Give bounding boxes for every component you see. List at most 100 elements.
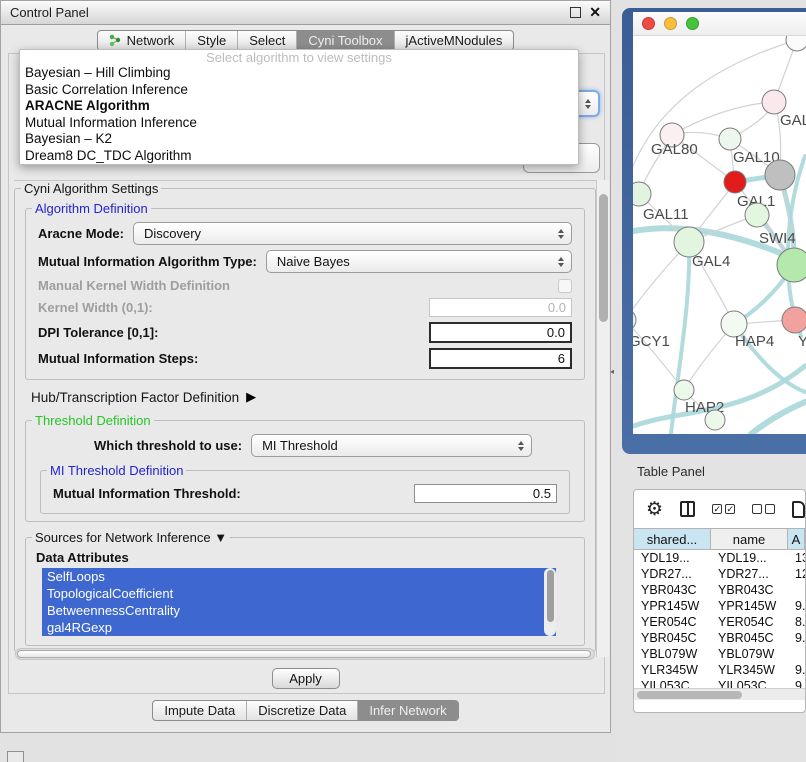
table-hscrollbar-thumb[interactable] (637, 691, 742, 699)
float-window-icon[interactable] (570, 7, 581, 18)
table-cell[interactable]: YBR045C (634, 630, 711, 646)
algorithm-option[interactable]: ARACNE Algorithm (20, 98, 578, 115)
settings-horizontal-scrollbar[interactable] (15, 648, 595, 660)
network-node[interactable] (633, 309, 636, 331)
table-cell[interactable]: YBL079W (711, 646, 788, 662)
mi-steps-field[interactable] (429, 348, 572, 369)
network-node[interactable] (765, 160, 795, 190)
table-cell[interactable]: 8. (788, 614, 805, 630)
table-cell[interactable]: 9. (788, 662, 805, 678)
network-node[interactable] (786, 36, 806, 51)
algorithm-option[interactable]: Mutual Information Inference (20, 115, 578, 132)
kernel-width-field[interactable] (429, 298, 572, 317)
export-table-icon[interactable] (792, 501, 805, 518)
column-header-partial[interactable]: A (788, 529, 805, 549)
table-row[interactable]: YDL19...YDL19...13 (634, 550, 805, 566)
tab-style[interactable]: Style (185, 31, 237, 50)
table-cell[interactable] (788, 646, 805, 662)
table-cell[interactable]: YDR27... (711, 566, 788, 582)
network-node[interactable] (762, 90, 786, 114)
dpi-tolerance-field[interactable] (429, 322, 572, 343)
tab-cyni-toolbox[interactable]: Cyni Toolbox (296, 31, 393, 50)
mi-algorithm-type-combobox[interactable]: Naive Bayes (266, 250, 572, 273)
table-cell[interactable]: YDL19... (711, 550, 788, 566)
table-cell[interactable]: YPR145W (711, 598, 788, 614)
attribute-list-item[interactable]: gal4RGexp (42, 619, 556, 636)
panel-divider-grip[interactable]: ◂ (610, 367, 617, 377)
network-node[interactable] (724, 171, 746, 193)
attribute-list-item[interactable]: BetweennessCentrality (42, 602, 556, 619)
network-node[interactable] (705, 410, 725, 430)
table-row[interactable]: YER054CYER054C8. (634, 614, 805, 630)
settings-hscrollbar-thumb[interactable] (17, 650, 591, 658)
table-cell[interactable]: YDL19... (634, 550, 711, 566)
table-cell[interactable]: YIL053C (711, 678, 788, 688)
tab-discretize-data[interactable]: Discretize Data (246, 701, 357, 720)
table-horizontal-scrollbar[interactable] (634, 688, 805, 700)
tab-network[interactable]: Network (98, 31, 186, 50)
table-row[interactable]: YDR27...YDR27...12 (634, 566, 805, 582)
algorithm-option[interactable]: Bayesian – Hill Climbing (20, 65, 578, 82)
tab-infer-network[interactable]: Infer Network (357, 701, 457, 720)
table-cell[interactable]: 13 (788, 550, 805, 566)
network-canvas[interactable]: GALGAL80GAL10GAL1GAL11SWI4GAL4GCY1HAP4YH… (633, 36, 806, 434)
gear-icon[interactable]: ⚙ (646, 500, 663, 519)
table-row[interactable]: YPR145WYPR145W9. (634, 598, 805, 614)
table-row[interactable]: YBR045CYBR045C9. (634, 630, 805, 646)
close-icon[interactable]: ✕ (589, 7, 601, 18)
close-traffic-light[interactable] (642, 17, 655, 30)
network-node[interactable] (782, 307, 806, 333)
minimize-traffic-light[interactable] (664, 17, 677, 30)
apply-button[interactable]: Apply (272, 668, 340, 689)
table-cell[interactable]: YLR345W (634, 662, 711, 678)
list-scrollbar[interactable] (544, 568, 556, 636)
which-threshold-combobox[interactable]: MI Threshold (251, 434, 532, 457)
network-node[interactable] (745, 203, 769, 227)
data-attributes-list[interactable]: SelfLoopsTopologicalCoefficientBetweenne… (42, 568, 556, 636)
table-row[interactable]: YLR345WYLR345W9. (634, 662, 805, 678)
algorithm-option[interactable]: Bayesian – K2 (20, 131, 578, 148)
select-all-icon[interactable]: ✓✓ (712, 504, 735, 514)
table-cell[interactable]: YBR043C (634, 582, 711, 598)
table-cell[interactable]: YBR045C (711, 630, 788, 646)
algorithm-option[interactable]: Dream8 DC_TDC Algorithm (20, 148, 578, 165)
list-scrollbar-thumb[interactable] (547, 570, 554, 622)
network-node[interactable] (674, 380, 694, 400)
table-cell[interactable]: 9 (788, 678, 805, 688)
table-cell[interactable]: YPR145W (634, 598, 711, 614)
tab-select[interactable]: Select (237, 31, 296, 50)
table-row[interactable]: YBR043CYBR043C (634, 582, 805, 598)
network-node[interactable] (719, 128, 741, 150)
table-cell[interactable]: YIL053C (634, 678, 711, 688)
table-cell[interactable]: YLR345W (711, 662, 788, 678)
settings-vertical-scrollbar[interactable] (596, 180, 609, 657)
table-row[interactable]: YBL079WYBL079W (634, 646, 805, 662)
table-cell[interactable]: YDR27... (634, 566, 711, 582)
attribute-list-item[interactable]: SelfLoops (42, 568, 556, 585)
column-header-name[interactable]: name (711, 529, 788, 549)
tab-jactivemnodules[interactable]: jActiveMNodules (394, 31, 514, 50)
algorithm-option[interactable]: Basic Correlation Inference (20, 82, 578, 99)
zoom-traffic-light[interactable] (686, 17, 699, 30)
sources-expander[interactable]: Sources for Network Inference ▼ (32, 530, 230, 545)
minimized-panel-icon[interactable] (7, 751, 24, 762)
settings-scrollbar-thumb[interactable] (599, 194, 608, 322)
mi-threshold-field[interactable] (414, 484, 557, 503)
column-header-shared-name[interactable]: shared... (634, 529, 711, 549)
table-cell[interactable]: 12 (788, 566, 805, 582)
hub-transcription-factor-expander[interactable]: Hub/Transcription Factor Definition ▶ (31, 389, 579, 405)
split-view-icon[interactable] (680, 501, 695, 517)
deselect-all-icon[interactable] (752, 504, 775, 514)
table-cell[interactable]: YER054C (634, 614, 711, 630)
table-cell[interactable]: YER054C (711, 614, 788, 630)
table-row[interactable]: YIL053CYIL053C9 (634, 678, 805, 688)
table-cell[interactable] (788, 582, 805, 598)
network-node[interactable] (777, 248, 806, 282)
manual-kernel-width-checkbox[interactable] (558, 279, 572, 293)
table-cell[interactable]: YBR043C (711, 582, 788, 598)
table-cell[interactable]: 9. (788, 630, 805, 646)
attribute-list-item[interactable]: TopologicalCoefficient (42, 585, 556, 602)
aracne-mode-combobox[interactable]: Discovery (133, 222, 572, 245)
tab-impute-data[interactable]: Impute Data (153, 701, 246, 720)
table-cell[interactable]: 9. (788, 598, 805, 614)
